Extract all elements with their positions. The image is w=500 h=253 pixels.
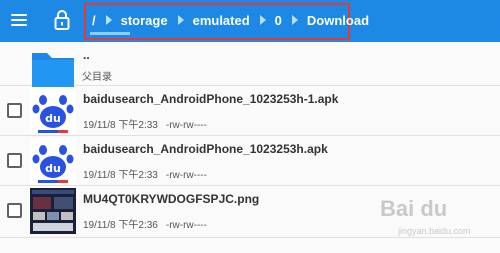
list-item-parent[interactable]: .. 父目录 xyxy=(0,42,500,87)
file-meta: 19/11/8 下午2:33 -rw-rw---- xyxy=(83,116,207,131)
breadcrumb: / storage emulated 0 Download xyxy=(92,8,375,32)
select-checkbox[interactable] xyxy=(7,153,22,168)
parent-dir-name: .. xyxy=(83,48,90,62)
svg-text:du: du xyxy=(45,162,61,175)
file-date: 19/11/8 下午2:33 xyxy=(83,170,158,181)
baidu-app-icon: du xyxy=(30,138,76,184)
breadcrumb-root[interactable]: / xyxy=(92,13,96,28)
file-perms: -rw-rw---- xyxy=(165,170,207,181)
chevron-right-icon xyxy=(177,15,184,25)
file-date: 19/11/8 下午2:36 xyxy=(83,220,158,231)
scroll-indicator xyxy=(90,32,130,35)
breadcrumb-download[interactable]: Download xyxy=(307,13,369,28)
svg-text:du: du xyxy=(45,112,61,125)
baidu-watermark: Bai du jingyan.baidu.com xyxy=(380,196,495,246)
breadcrumb-0[interactable]: 0 xyxy=(275,13,282,28)
file-date: 19/11/8 下午2:33 xyxy=(83,120,158,131)
app-toolbar: / storage emulated 0 Download xyxy=(0,0,500,42)
list-item[interactable]: du baidusearch_AndroidPhone_1023253h.apk… xyxy=(0,136,500,186)
chevron-right-icon xyxy=(259,15,266,25)
file-meta: 19/11/8 下午2:33 -rw-rw---- xyxy=(83,166,207,181)
chevron-right-icon xyxy=(291,15,298,25)
breadcrumb-storage[interactable]: storage xyxy=(121,13,168,28)
select-checkbox[interactable] xyxy=(7,203,22,218)
file-name: MU4QT0KRYWDOGFSPJC.png xyxy=(83,192,260,206)
file-meta: 19/11/8 下午2:36 -rw-rw---- xyxy=(83,216,207,231)
list-item[interactable]: du baidusearch_AndroidPhone_1023253h-1.a… xyxy=(0,86,500,136)
file-perms: -rw-rw---- xyxy=(165,120,207,131)
breadcrumb-emulated[interactable]: emulated xyxy=(193,13,250,28)
file-perms: -rw-rw---- xyxy=(165,220,207,231)
file-name: baidusearch_AndroidPhone_1023253h.apk xyxy=(83,142,328,156)
baidu-app-icon: du xyxy=(30,88,76,134)
screenshot-thumbnail xyxy=(30,188,76,234)
select-checkbox[interactable] xyxy=(7,103,22,118)
watermark-url: jingyan.baidu.com xyxy=(398,226,471,236)
menu-icon[interactable] xyxy=(11,11,27,29)
file-name: baidusearch_AndroidPhone_1023253h-1.apk xyxy=(83,92,339,106)
chevron-right-icon xyxy=(105,15,112,25)
parent-dir-label: 父目录 xyxy=(82,72,112,83)
lock-icon[interactable] xyxy=(54,9,70,31)
watermark-logo: Bai du xyxy=(380,196,448,221)
